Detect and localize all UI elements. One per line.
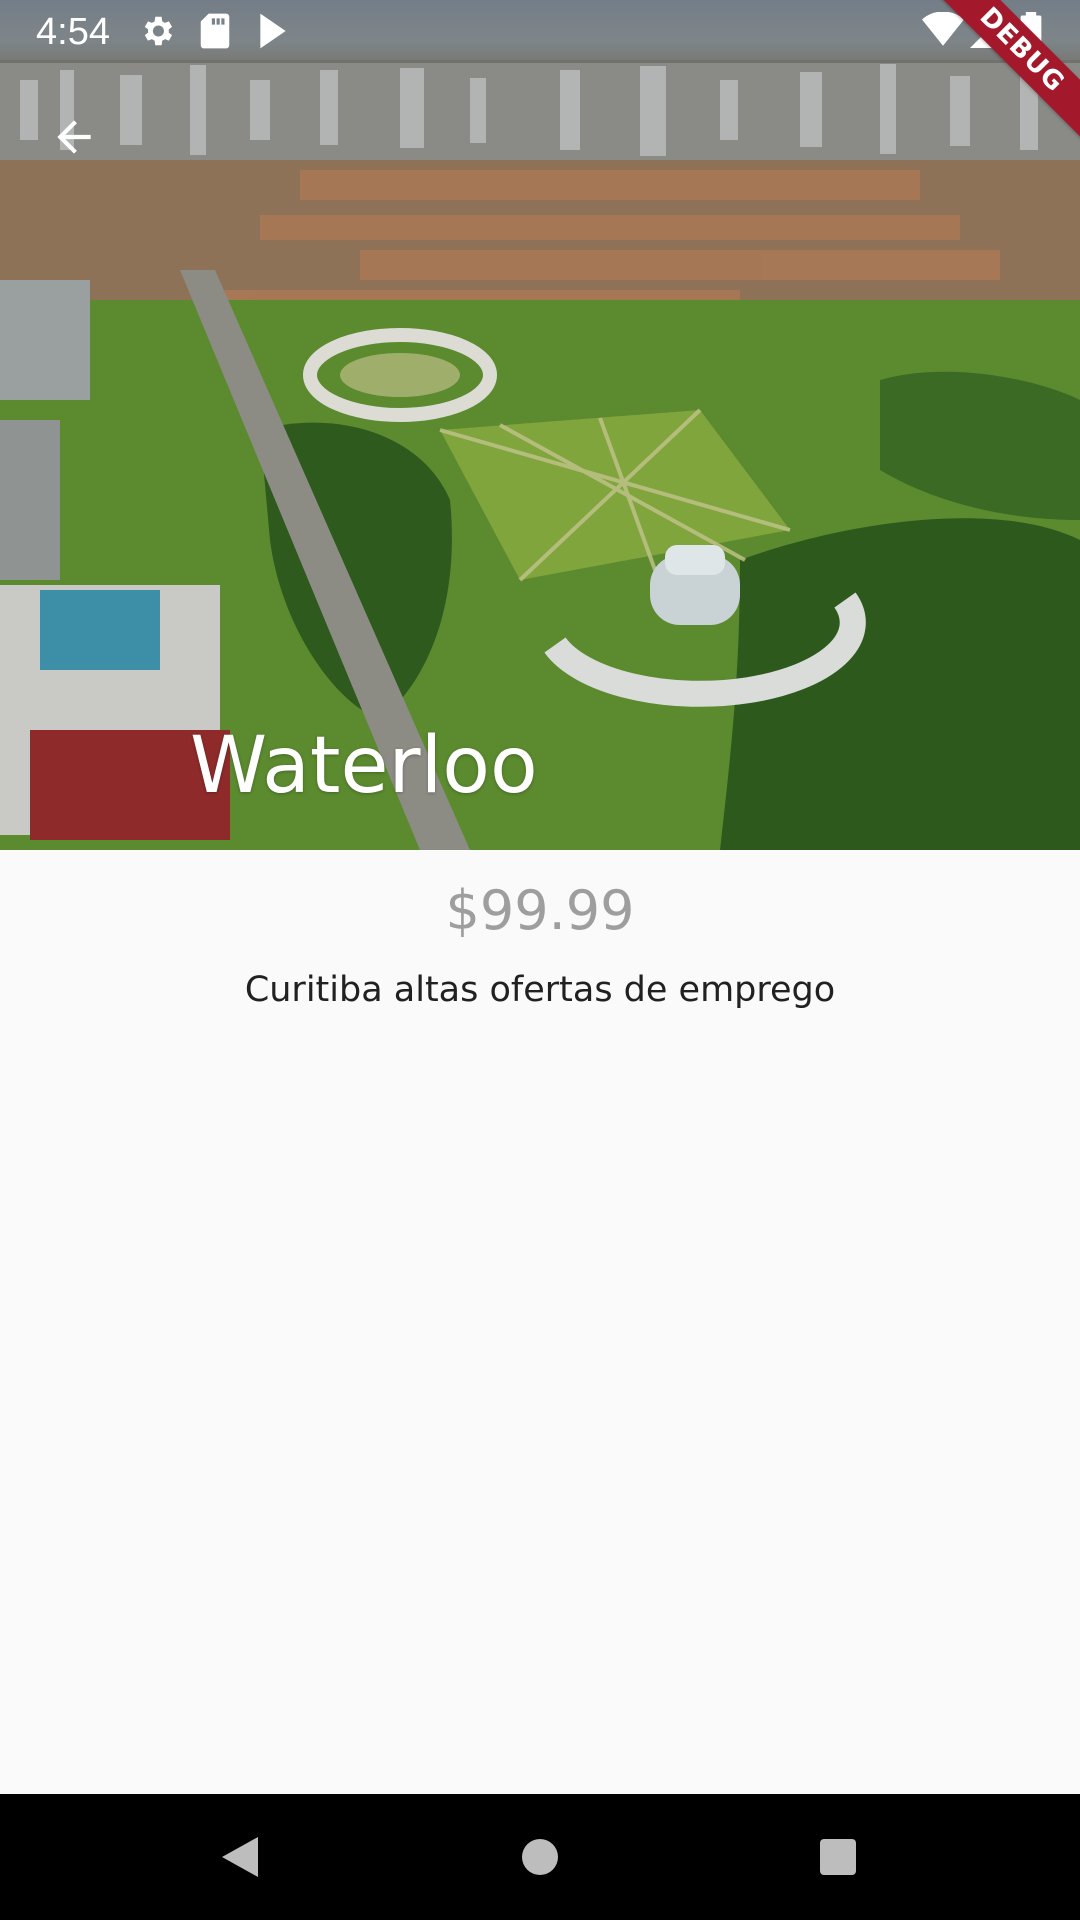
nav-recents-button[interactable] bbox=[808, 1827, 868, 1887]
settings-icon bbox=[138, 12, 176, 55]
wifi-icon bbox=[922, 11, 964, 53]
hero-title: Waterloo bbox=[190, 721, 538, 811]
back-triangle-icon bbox=[222, 1837, 258, 1877]
nav-back-button[interactable] bbox=[210, 1827, 270, 1887]
sd-card-icon bbox=[198, 12, 232, 55]
home-circle-icon bbox=[522, 1839, 558, 1875]
system-nav-bar bbox=[0, 1794, 1080, 1920]
arrow-back-icon bbox=[57, 120, 91, 154]
back-button[interactable] bbox=[36, 105, 112, 169]
status-time: 4:54 bbox=[36, 11, 110, 53]
aerial-city-park-photo bbox=[0, 60, 1080, 850]
play-store-icon bbox=[256, 12, 290, 55]
price-label: $99.99 bbox=[445, 879, 635, 942]
nav-home-button[interactable] bbox=[510, 1827, 570, 1887]
recents-square-icon bbox=[820, 1839, 856, 1875]
status-bar: 4:54 bbox=[0, 0, 1080, 63]
hero-image bbox=[0, 0, 1080, 850]
description-text: Curitiba altas ofertas de emprego bbox=[244, 970, 836, 1010]
screen: 4:54 DEBUG Waterloo $99.99 Curitiba alta… bbox=[0, 0, 1080, 1920]
